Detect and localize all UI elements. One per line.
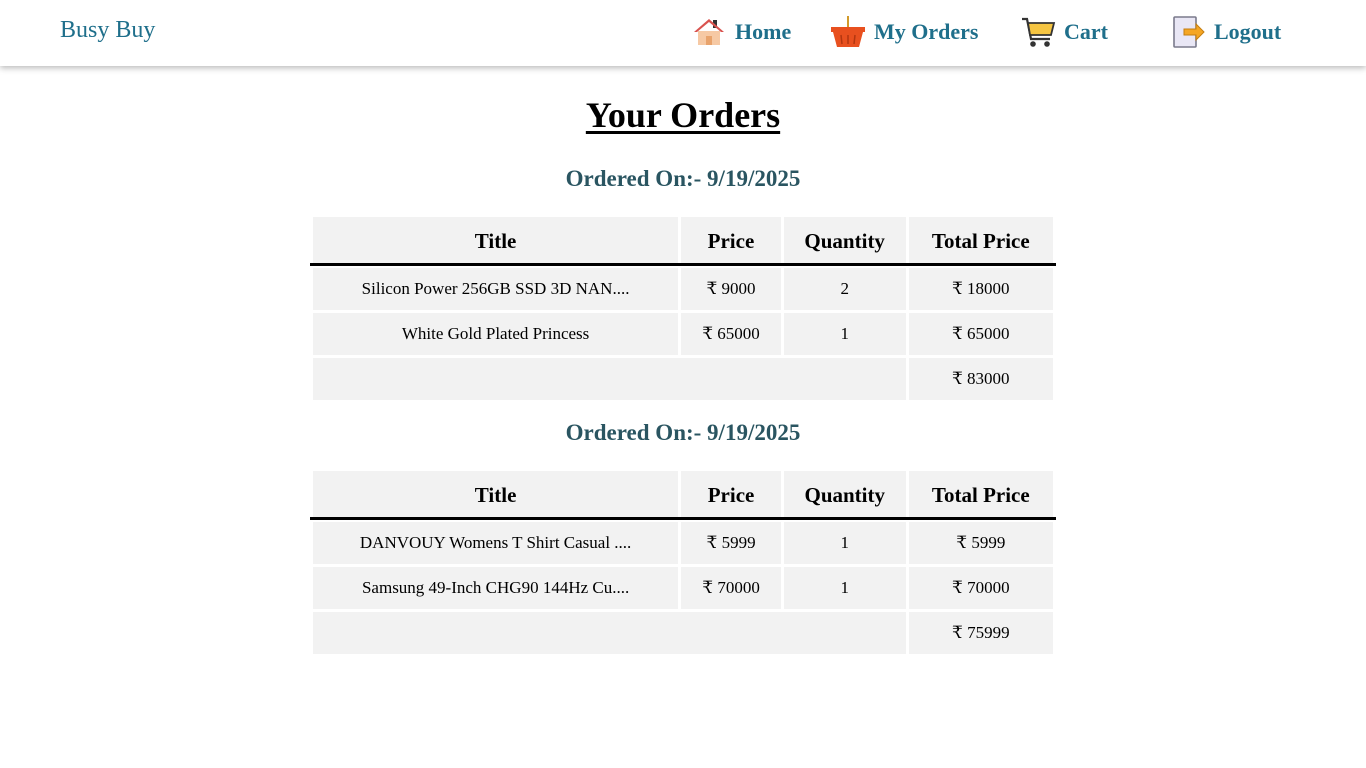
order-grand-total: ₹ 75999 [908, 612, 1053, 654]
order-total-row: ₹ 83000 [313, 358, 1053, 400]
nav-logout-label: Logout [1214, 19, 1282, 44]
item-price: ₹ 65000 [681, 313, 781, 355]
column-header-quantity: Quantity [783, 217, 906, 265]
item-total-price: ₹ 5999 [908, 522, 1053, 564]
item-title: DANVOUY Womens T Shirt Casual .... [313, 522, 679, 564]
nav-home-label: Home [735, 19, 792, 44]
brand-logo-link[interactable]: Busy Buy [60, 17, 155, 44]
page-title: Your Orders [585, 95, 781, 135]
item-total-price: ₹ 18000 [908, 268, 1053, 310]
nav-logout-link[interactable]: Logout [1170, 14, 1281, 50]
navbar: Busy Buy Home My Orders Cart Logout [0, 0, 1366, 66]
column-header-title: Title [313, 471, 679, 519]
nav-my-orders-label: My Orders [874, 19, 979, 44]
order-date-heading: Ordered On:- 9/19/2025 [565, 420, 801, 445]
column-header-price: Price [681, 217, 781, 265]
item-title: Silicon Power 256GB SSD 3D NAN.... [313, 268, 679, 310]
header-divider [310, 517, 1056, 520]
header-divider [310, 263, 1056, 266]
item-quantity: 1 [783, 522, 906, 564]
nav-my-orders-link[interactable]: My Orders [830, 14, 978, 50]
item-total-price: ₹ 70000 [908, 567, 1053, 609]
column-header-total-price: Total Price [908, 471, 1053, 519]
logout-icon [1170, 14, 1206, 50]
table-row: Samsung 49-Inch CHG90 144Hz Cu.... ₹ 700… [313, 567, 1053, 609]
item-title: Samsung 49-Inch CHG90 144Hz Cu.... [313, 567, 679, 609]
item-price: ₹ 5999 [681, 522, 781, 564]
basket-icon [830, 14, 866, 50]
nav-home-link[interactable]: Home [691, 14, 791, 50]
column-header-price: Price [681, 471, 781, 519]
order-table: Title Price Quantity Total Price DANVOUY… [310, 468, 1056, 657]
item-quantity: 2 [783, 268, 906, 310]
nav-cart-link[interactable]: Cart [1020, 14, 1108, 50]
home-icon [691, 14, 727, 50]
column-header-title: Title [313, 217, 679, 265]
item-quantity: 1 [783, 313, 906, 355]
order-table: Title Price Quantity Total Price Silicon… [310, 214, 1056, 403]
item-title: White Gold Plated Princess [313, 313, 679, 355]
cart-icon [1020, 14, 1056, 50]
order-total-spacer [313, 612, 906, 654]
item-price: ₹ 9000 [681, 268, 781, 310]
table-row: White Gold Plated Princess ₹ 65000 1 ₹ 6… [313, 313, 1053, 355]
order-date-heading: Ordered On:- 9/19/2025 [565, 166, 801, 191]
item-quantity: 1 [783, 567, 906, 609]
order-total-row: ₹ 75999 [313, 612, 1053, 654]
column-header-total-price: Total Price [908, 217, 1053, 265]
table-row: Silicon Power 256GB SSD 3D NAN.... ₹ 900… [313, 268, 1053, 310]
table-row: DANVOUY Womens T Shirt Casual .... ₹ 599… [313, 522, 1053, 564]
item-price: ₹ 70000 [681, 567, 781, 609]
order-grand-total: ₹ 83000 [908, 358, 1053, 400]
column-header-quantity: Quantity [783, 471, 906, 519]
item-total-price: ₹ 65000 [908, 313, 1053, 355]
table-header-row: Title Price Quantity Total Price [313, 217, 1053, 265]
order-total-spacer [313, 358, 906, 400]
nav-cart-label: Cart [1064, 19, 1108, 44]
table-header-row: Title Price Quantity Total Price [313, 471, 1053, 519]
